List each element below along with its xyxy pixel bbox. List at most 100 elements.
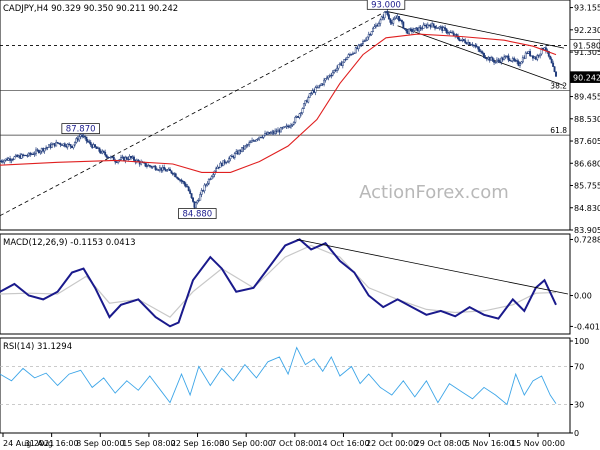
candle-body [493,60,496,63]
candle-body [483,52,485,58]
candle-body [347,54,350,58]
candle-body [510,60,513,62]
candle-body [550,58,553,64]
candle-body [181,180,184,183]
candle-body [200,190,203,195]
candle-body [537,55,540,57]
candle-body [323,79,326,85]
candle-body [14,154,17,158]
x-tick-label: 22 Sep 16:00 [171,439,224,448]
candle-body [121,156,124,158]
high-label: 93.000 [371,0,401,10]
forex-chart: CADJPY,H4 90.329 90.350 90.211 90.242 Ac… [0,0,600,448]
candle-body [487,57,490,60]
candle-body [58,142,61,144]
candle-body [418,27,421,32]
candle-body [385,11,387,13]
candle-body [326,77,328,79]
candle-body [294,117,297,123]
candle-body [436,27,439,29]
candle-body [376,24,379,27]
candle-body [171,172,174,175]
candle-body [212,174,215,177]
candle-body [501,57,504,61]
candle-body [454,34,457,36]
candle-body [69,144,72,147]
candle-body [311,90,314,94]
candle-body [36,149,39,151]
candle-body [328,75,331,77]
candle-body [318,85,321,87]
candle-body [258,136,261,140]
candle-body [102,150,105,153]
candle-body [534,56,537,60]
price-y-tick-label: 92.230 [574,26,600,35]
candle-body [360,43,363,45]
candle-body [89,142,92,146]
candle-body [7,158,10,161]
candle-body [99,151,102,154]
candle-body [50,144,53,148]
candle-body [468,42,471,45]
x-tick-label: 29 Oct 08:00 [415,439,467,448]
macd-panel: MACD(12,26,9) -0.1153 0.0413 0.7288 0.00 -… [0,233,600,335]
candle-body [9,158,12,161]
candle-body [72,144,75,149]
candle-body [196,200,199,204]
candle-body [520,61,523,65]
candle-body [40,148,43,152]
candle-body [49,144,52,148]
candle-body [327,75,330,79]
candle-body [449,31,452,33]
price-y-tick-label: 85.755 [574,182,600,191]
candle-body [209,178,212,180]
candle-body [95,146,98,149]
candle-body [254,140,256,142]
rsi-line [0,346,557,406]
candle-body [98,147,101,152]
candle-body [249,141,252,144]
candle-body [452,32,455,36]
rsi-y-tick-label: 100 [574,337,589,346]
candle-body [12,158,14,161]
x-tick-label: 22 Oct 00:00 [366,439,418,448]
candle-body [193,201,196,208]
price-title: CADJPY,H4 90.329 90.350 90.211 90.242 [3,4,178,14]
candle-body [266,132,269,135]
candle-body [115,161,118,163]
candle-body [177,178,180,181]
macd-trendline [296,238,569,295]
candle-body [17,155,20,158]
candle-body [495,59,498,63]
macd-y-tick-label: -0.4015 [574,322,600,331]
candle-body [268,132,271,135]
candle-body [39,151,42,154]
candle-body [370,31,373,35]
candle-body [48,144,50,148]
candle-body [471,44,474,46]
candle-body [513,58,516,61]
candle-body [386,11,389,15]
candle-body [232,155,235,158]
candle-body [527,51,530,54]
candle-body [223,160,226,164]
candle-body [444,27,447,30]
candle-body [23,154,26,157]
candle-body [33,153,36,155]
candle-body [406,30,409,34]
candle-body [206,183,209,186]
macd-y-tick-label: 0.00 [574,292,592,301]
candle-body [434,25,436,29]
candle-body [29,152,32,155]
candle-body [333,69,336,73]
candle-body [353,52,356,54]
candle-body [478,48,481,52]
candle-body [183,181,186,185]
candle-body [120,157,122,160]
candle-body [506,55,508,57]
candle-body [10,159,13,161]
candle-body [398,16,400,21]
candle-body [416,27,419,32]
x-axis: 24 Aug 202131 Aug 16:008 Sep 00:0015 Sep… [2,433,565,448]
candle-body [395,17,398,19]
